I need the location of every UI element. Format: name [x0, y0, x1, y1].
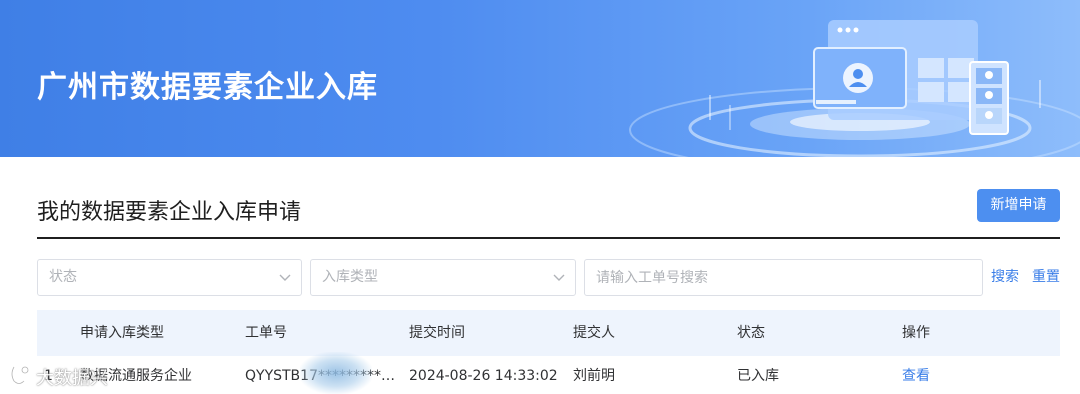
table-header: 申请入库类型 工单号 提交时间 提交人 状态 操作: [37, 310, 1060, 356]
column-header-submitter: 提交人: [573, 325, 615, 341]
row-index: 1: [44, 368, 53, 384]
ticket-search-input[interactable]: [584, 259, 983, 296]
column-header-ticket: 工单号: [245, 325, 287, 341]
section-divider: [37, 237, 1060, 239]
view-link[interactable]: 查看: [902, 356, 930, 394]
row-type: 数据流通服务企业: [80, 368, 192, 384]
row-status: 已入库: [737, 368, 779, 384]
column-header-type: 申请入库类型: [80, 325, 164, 341]
column-header-status: 状态: [737, 325, 765, 341]
page-banner: 广州市数据要素企业入库: [0, 0, 1080, 157]
watermark-logo-icon: [10, 366, 29, 385]
chevron-down-icon: [279, 274, 291, 281]
dashboard-illustration-icon: [629, 20, 1080, 157]
type-select[interactable]: 入库类型: [310, 259, 576, 296]
column-header-action: 操作: [902, 325, 930, 341]
row-ticket-text: QYYSTB17**********463...: [245, 368, 397, 384]
banner-title: 广州市数据要素企业入库: [37, 70, 378, 105]
row-submitted-at: 2024-08-26 14:33:02: [409, 368, 558, 384]
row-submitter: 刘前明: [573, 368, 615, 384]
reset-button[interactable]: 重置: [1032, 259, 1060, 296]
column-header-submitted-at: 提交时间: [409, 325, 465, 341]
row-ticket: QYYSTB17**********463...: [245, 356, 397, 394]
table-row: 1 数据流通服务企业 QYYSTB17**********463... 2024…: [37, 356, 1060, 394]
status-select[interactable]: 状态: [37, 259, 302, 296]
status-select-placeholder: 状态: [49, 269, 77, 285]
type-select-placeholder: 入库类型: [322, 269, 378, 285]
search-button[interactable]: 搜索: [991, 259, 1019, 296]
new-application-button[interactable]: 新增申请: [977, 189, 1060, 222]
chevron-down-icon: [553, 274, 565, 281]
page-title: 我的数据要素企业入库申请: [37, 200, 302, 225]
